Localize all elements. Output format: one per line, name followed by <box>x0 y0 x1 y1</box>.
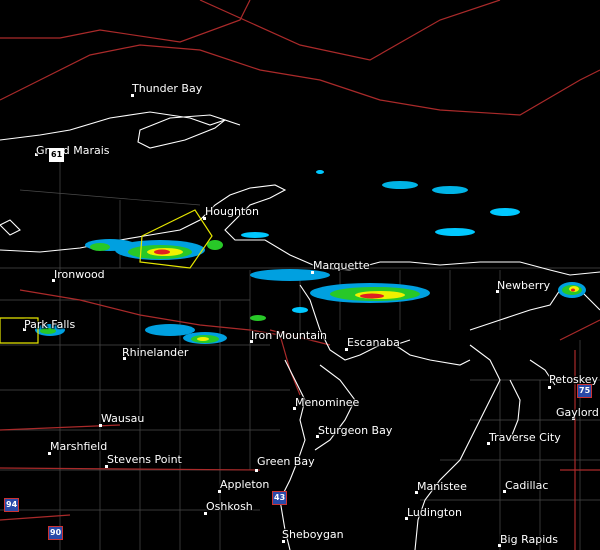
city-label: Thunder Bay <box>132 82 203 95</box>
city-label: Marquette <box>313 259 370 272</box>
hwy-61-shield: 61 <box>49 148 65 162</box>
city-label: Iron Mountain <box>251 329 327 342</box>
city-label: Wausau <box>101 412 145 425</box>
city-label: Sturgeon Bay <box>318 424 393 437</box>
city-dot <box>255 469 258 472</box>
city-label: Sheboygan <box>282 528 344 541</box>
radar-echoes <box>35 170 586 344</box>
city-label: Newberry <box>497 279 551 292</box>
city-dot <box>548 386 551 389</box>
city-label: Houghton <box>205 205 259 218</box>
city-label: Stevens Point <box>107 453 182 466</box>
city-label: Ludington <box>407 506 462 519</box>
city-label: Grand Marais <box>36 144 110 157</box>
i-90-shield: 90 <box>48 526 64 540</box>
city-label: Green Bay <box>257 455 315 468</box>
city-label: Escanaba <box>347 336 400 349</box>
city-label: Traverse City <box>489 431 561 444</box>
city-label: Park Falls <box>24 318 76 331</box>
city-label: Gaylord <box>556 406 599 419</box>
city-label: Appleton <box>220 478 270 491</box>
city-label: Rhinelander <box>122 346 189 359</box>
i-94-shield: 94 <box>4 498 20 512</box>
city-label: Ironwood <box>54 268 105 281</box>
radar-map: Thunder Bay Grand Marais Houghton Ironwo… <box>0 0 600 550</box>
city-label: Cadillac <box>505 479 549 492</box>
i-75-shield: 75 <box>577 384 593 398</box>
city-label: Big Rapids <box>500 533 558 546</box>
city-label: Oshkosh <box>206 500 253 513</box>
city-label: Manistee <box>417 480 467 493</box>
city-label: Marshfield <box>50 440 108 453</box>
i-43-shield: 43 <box>272 491 288 505</box>
city-label: Menominee <box>295 396 360 409</box>
